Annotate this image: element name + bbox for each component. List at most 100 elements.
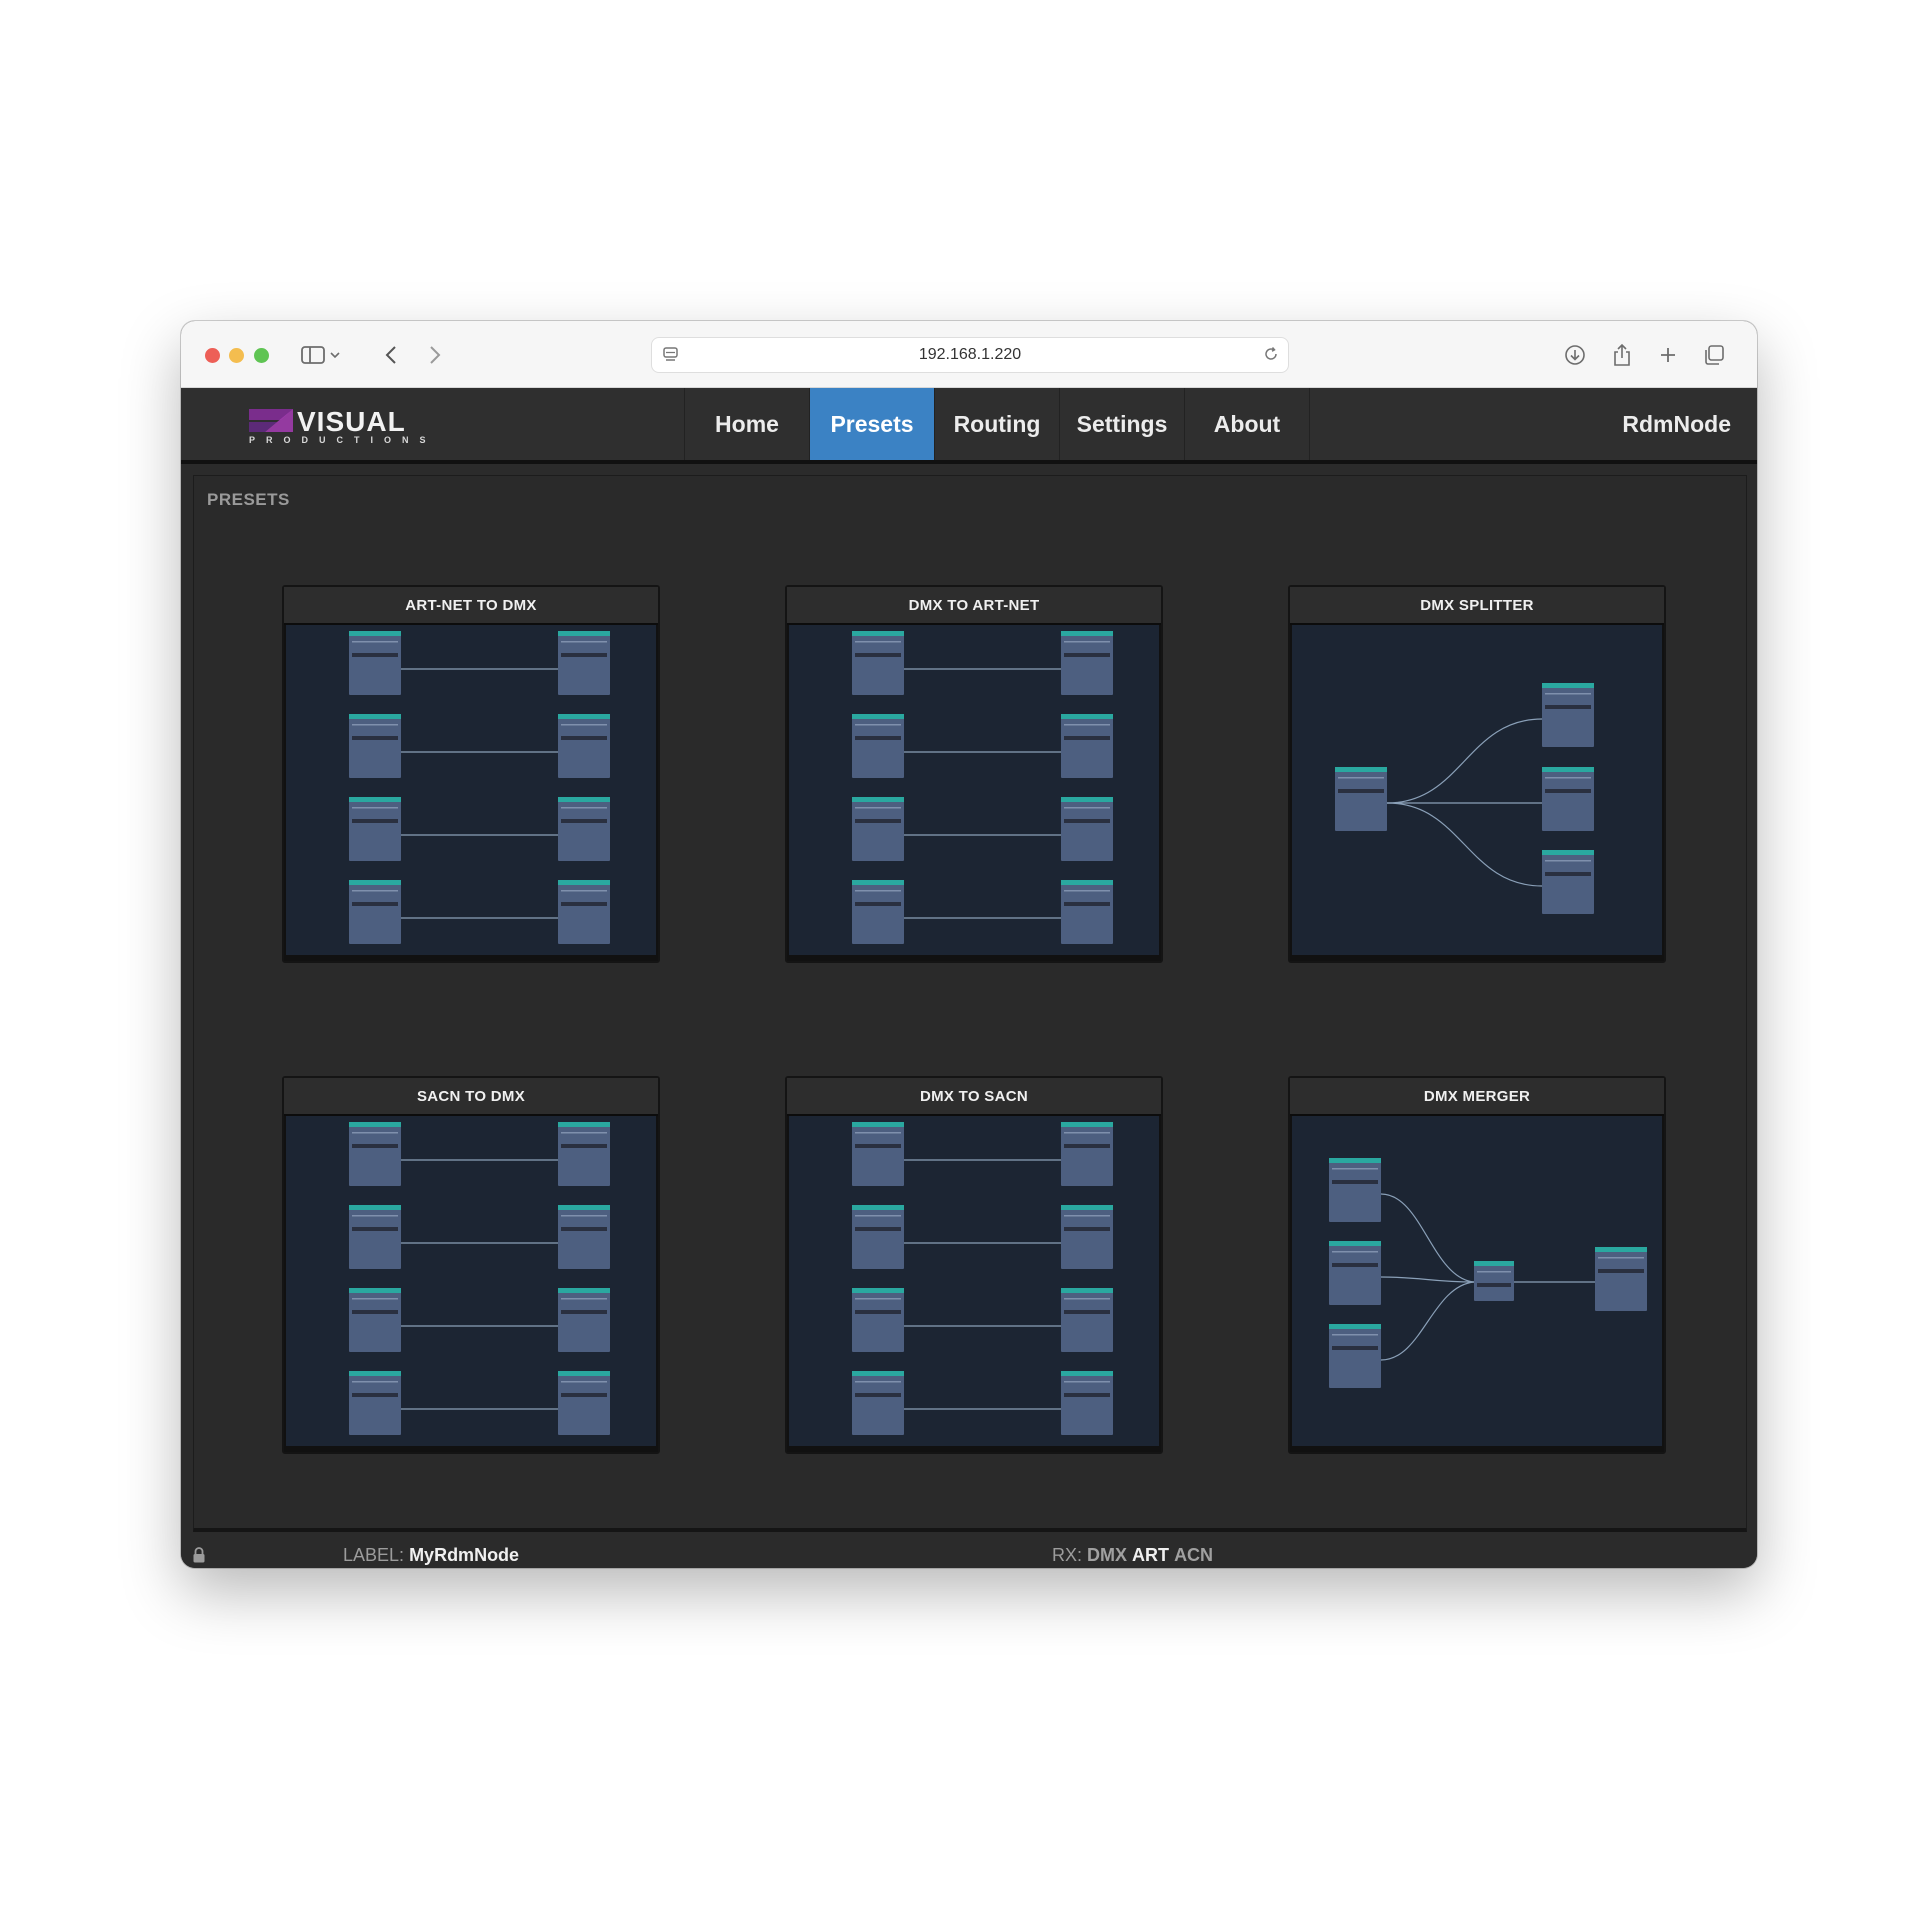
minimize-window-button[interactable] (229, 348, 244, 363)
preset-diagram (286, 1116, 656, 1446)
download-icon[interactable] (1561, 341, 1589, 369)
rx-acn: ACN (1174, 1545, 1214, 1565)
graph-node (349, 1288, 401, 1352)
graph-node (1061, 1371, 1113, 1435)
graph-link (1380, 1281, 1475, 1361)
graph-node (349, 1205, 401, 1269)
graph-node (1542, 850, 1594, 914)
visual-productions-logo[interactable]: VISUAL PRODUCTIONS (247, 406, 437, 446)
logo-wordmark: VISUAL (297, 406, 406, 437)
graph-node (1474, 1261, 1514, 1301)
graph-node (1061, 714, 1113, 778)
graph-node (349, 797, 401, 861)
graph-node (558, 631, 610, 695)
label-key: LABEL: (343, 1545, 405, 1565)
new-tab-icon[interactable] (1654, 341, 1682, 369)
preset-card-dmx-to-sacn[interactable]: DMX TO SACN (785, 1076, 1163, 1454)
address-bar[interactable]: 192.168.1.220 (651, 337, 1289, 373)
graph-node (1335, 767, 1387, 831)
preset-card-dmx-splitter[interactable]: DMX SPLITTER (1288, 585, 1666, 963)
lock-icon[interactable] (192, 1546, 206, 1568)
graph-node (349, 1122, 401, 1186)
nav-presets[interactable]: Presets (809, 388, 934, 460)
rx-key: RX: (1052, 1545, 1083, 1565)
graph-link (1380, 1193, 1475, 1283)
app-header: VISUAL PRODUCTIONS Home Presets Routing … (181, 388, 1757, 464)
rx-dmx: DMX (1087, 1545, 1128, 1565)
graph-node (558, 1371, 610, 1435)
preset-diagram (789, 1116, 1159, 1446)
nav-settings[interactable]: Settings (1059, 388, 1184, 460)
browser-window: 192.168.1.220 VISUAL PRODUCTIONS Home Pr… (181, 321, 1757, 1568)
preset-card-dmx-to-artnet[interactable]: DMX TO ART-NET (785, 585, 1163, 963)
sidebar-icon[interactable] (299, 341, 327, 369)
graph-link (1386, 802, 1543, 887)
graph-link (1386, 718, 1543, 804)
device-label: LABEL: MyRdmNode (343, 1545, 519, 1566)
url-text: 192.168.1.220 (918, 346, 1022, 363)
graph-node (558, 1288, 610, 1352)
graph-node (349, 631, 401, 695)
chevron-down-icon[interactable] (327, 341, 343, 369)
preset-title: DMX TO ART-NET (787, 587, 1161, 625)
graph-node (349, 1371, 401, 1435)
graph-node (852, 1371, 904, 1435)
preset-card-sacn-to-dmx[interactable]: SACN TO DMX (282, 1076, 660, 1454)
preset-card-dmx-merger[interactable]: DMX MERGER (1288, 1076, 1666, 1454)
graph-node (558, 1122, 610, 1186)
graph-node (1329, 1241, 1381, 1305)
forward-icon[interactable] (421, 341, 449, 369)
label-value: MyRdmNode (409, 1545, 520, 1565)
graph-node (558, 1205, 610, 1269)
tab-overview-icon[interactable] (1700, 341, 1728, 369)
graph-node (1595, 1247, 1647, 1311)
reload-icon[interactable] (1262, 345, 1280, 368)
preset-title: DMX MERGER (1290, 1078, 1664, 1116)
share-icon[interactable] (1608, 341, 1636, 369)
graph-node (349, 880, 401, 944)
graph-node (852, 631, 904, 695)
nav-about[interactable]: About (1184, 388, 1310, 460)
preset-title: DMX TO SACN (787, 1078, 1161, 1116)
zoom-window-button[interactable] (254, 348, 269, 363)
section-title: PRESETS (207, 490, 290, 509)
graph-node (558, 880, 610, 944)
preset-title: DMX SPLITTER (1290, 587, 1664, 625)
graph-node (1329, 1324, 1381, 1388)
preset-diagram (789, 625, 1159, 955)
status-footer: LABEL: MyRdmNode RX: DMX ART ACN (181, 1543, 1757, 1568)
graph-node (1061, 797, 1113, 861)
graph-node (852, 797, 904, 861)
graph-node (1061, 880, 1113, 944)
nav-routing[interactable]: Routing (934, 388, 1059, 460)
device-name: RdmNode (1622, 410, 1731, 437)
graph-node (1542, 767, 1594, 831)
preset-diagram (1292, 625, 1662, 955)
graph-node (1061, 631, 1113, 695)
preset-diagram (286, 625, 656, 955)
graph-node (558, 797, 610, 861)
graph-node (852, 1122, 904, 1186)
preset-title: ART-NET TO DMX (284, 587, 658, 625)
presets-panel: PRESETS ART-NET TO DMX DMX TO ART-NET DM… (193, 475, 1747, 1532)
page-settings-icon[interactable] (662, 345, 680, 368)
rx-status: RX: DMX ART ACN (1052, 1545, 1213, 1566)
graph-node (349, 714, 401, 778)
graph-node (852, 1205, 904, 1269)
graph-node (1542, 683, 1594, 747)
graph-node (558, 714, 610, 778)
graph-node (852, 1288, 904, 1352)
graph-node (1061, 1122, 1113, 1186)
graph-node (852, 714, 904, 778)
preset-diagram (1292, 1116, 1662, 1446)
logo-subtitle: PRODUCTIONS (249, 435, 437, 445)
preset-title: SACN TO DMX (284, 1078, 658, 1116)
back-icon[interactable] (377, 341, 405, 369)
main-nav: Home Presets Routing Settings About (684, 388, 1310, 460)
close-window-button[interactable] (205, 348, 220, 363)
preset-card-artnet-to-dmx[interactable]: ART-NET TO DMX (282, 585, 660, 963)
graph-node (1329, 1158, 1381, 1222)
rx-art: ART (1132, 1545, 1170, 1565)
graph-node (1061, 1205, 1113, 1269)
nav-home[interactable]: Home (684, 388, 809, 460)
